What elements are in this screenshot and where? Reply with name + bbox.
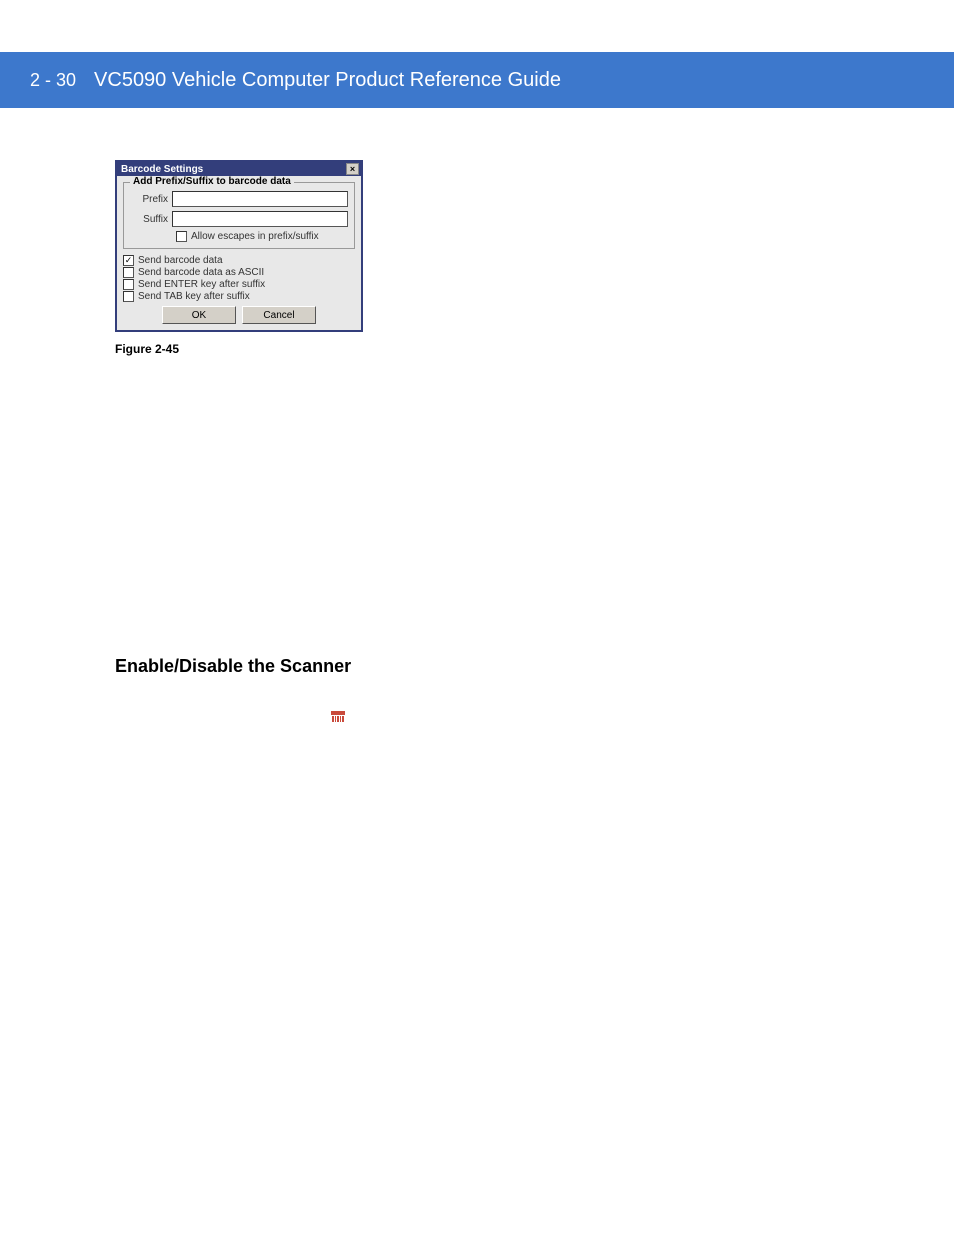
prefix-input[interactable] — [172, 191, 348, 207]
suffix-row: Suffix — [130, 211, 348, 227]
prefix-label: Prefix — [130, 194, 172, 205]
ok-button[interactable]: OK — [162, 306, 236, 324]
send-barcode-data-row[interactable]: ✓ Send barcode data — [123, 255, 355, 266]
cancel-button[interactable]: Cancel — [242, 306, 316, 324]
allow-escapes-label: Allow escapes in prefix/suffix — [191, 231, 319, 242]
suffix-input[interactable] — [172, 211, 348, 227]
dialog-button-row: OK Cancel — [117, 306, 361, 324]
page-content: Barcode Settings × Add Prefix/Suffix to … — [115, 160, 845, 727]
checkbox-icon[interactable] — [123, 291, 134, 302]
send-tab-row[interactable]: Send TAB key after suffix — [123, 291, 355, 302]
options-list: ✓ Send barcode data Send barcode data as… — [123, 255, 355, 302]
send-ascii-row[interactable]: Send barcode data as ASCII — [123, 267, 355, 278]
allow-escapes-row[interactable]: Allow escapes in prefix/suffix — [176, 231, 348, 242]
barcode-settings-dialog: Barcode Settings × Add Prefix/Suffix to … — [115, 160, 363, 332]
close-icon[interactable]: × — [346, 163, 359, 175]
page-number: 2 - 30 — [30, 70, 76, 91]
prefix-row: Prefix — [130, 191, 348, 207]
checkbox-icon[interactable] — [123, 279, 134, 290]
section-heading: Enable/Disable the Scanner — [115, 656, 845, 677]
suffix-label: Suffix — [130, 214, 172, 225]
paragraph-with-icon — [115, 707, 845, 727]
send-enter-label: Send ENTER key after suffix — [138, 279, 265, 290]
serialwedge-tray-icon — [331, 711, 345, 723]
prefix-suffix-groupbox: Add Prefix/Suffix to barcode data Prefix… — [123, 182, 355, 249]
figure-caption: Figure 2-45 — [115, 342, 845, 356]
dialog-title: Barcode Settings — [121, 164, 203, 175]
document-title: VC5090 Vehicle Computer Product Referenc… — [94, 69, 561, 92]
send-tab-label: Send TAB key after suffix — [138, 291, 250, 302]
send-ascii-label: Send barcode data as ASCII — [138, 267, 264, 278]
send-enter-row[interactable]: Send ENTER key after suffix — [123, 279, 355, 290]
page-header-band: 2 - 30 VC5090 Vehicle Computer Product R… — [0, 52, 954, 108]
checkbox-icon[interactable]: ✓ — [123, 255, 134, 266]
checkbox-icon[interactable] — [176, 231, 187, 242]
groupbox-title: Add Prefix/Suffix to barcode data — [130, 176, 294, 187]
checkbox-icon[interactable] — [123, 267, 134, 278]
send-barcode-data-label: Send barcode data — [138, 255, 223, 266]
dialog-titlebar: Barcode Settings × — [117, 162, 361, 176]
